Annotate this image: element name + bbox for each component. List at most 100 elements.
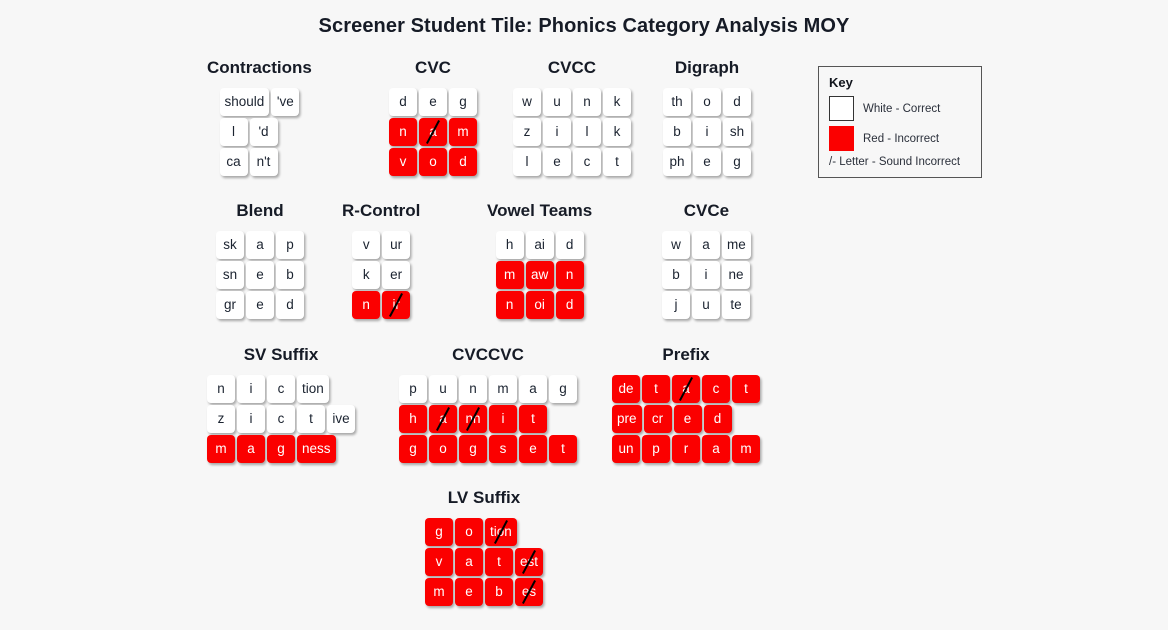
letter-tile[interactable]: o [693,88,721,116]
letter-tile[interactable]: should [219,88,270,116]
letter-tile[interactable]: gr [216,291,244,319]
letter-tile[interactable]: d [555,291,584,319]
letter-tile[interactable]: de [612,375,640,403]
letter-tile[interactable]: ur [382,231,411,259]
letter-tile[interactable]: e [543,148,571,176]
letter-tile[interactable]: e [455,578,483,606]
letter-tile[interactable]: t [485,548,513,576]
letter-tile[interactable]: t [519,405,547,433]
letter-tile[interactable]: aw [525,261,554,289]
letter-tile[interactable]: cr [643,405,672,433]
letter-tile[interactable]: j [662,291,690,319]
letter-tile[interactable]: n [389,118,417,146]
letter-tile[interactable]: b [663,118,691,146]
letter-tile[interactable]: e [419,88,447,116]
letter-tile[interactable]: t [603,148,631,176]
letter-tile[interactable]: ir [382,291,411,319]
letter-tile[interactable]: 've [271,88,300,116]
letter-tile[interactable]: a [692,231,720,259]
letter-tile[interactable]: u [543,88,571,116]
letter-tile[interactable]: d [389,88,417,116]
letter-tile[interactable]: v [425,548,453,576]
letter-tile[interactable]: u [429,375,457,403]
letter-tile[interactable]: me [722,231,751,259]
letter-tile[interactable]: a [702,435,730,463]
letter-tile[interactable]: a [672,375,700,403]
letter-tile[interactable]: a [429,405,457,433]
letter-tile[interactable]: ph [663,148,691,176]
letter-tile[interactable]: d [449,148,477,176]
letter-tile[interactable]: n [207,375,235,403]
letter-tile[interactable]: a [519,375,547,403]
letter-tile[interactable]: e [673,405,702,433]
letter-tile[interactable]: sk [216,231,244,259]
letter-tile[interactable]: i [237,405,265,433]
letter-tile[interactable]: t [642,375,670,403]
letter-tile[interactable]: l [573,118,601,146]
letter-tile[interactable]: i [543,118,571,146]
letter-tile[interactable]: g [549,375,577,403]
letter-tile[interactable]: a [237,435,265,463]
letter-tile[interactable]: i [489,405,517,433]
letter-tile[interactable]: g [399,435,427,463]
letter-tile[interactable]: a [419,118,447,146]
letter-tile[interactable]: oi [525,291,554,319]
letter-tile[interactable]: k [603,118,631,146]
letter-tile[interactable]: te [722,291,750,319]
letter-tile[interactable]: th [663,88,691,116]
letter-tile[interactable]: pre [612,405,642,433]
letter-tile[interactable]: g [267,435,295,463]
letter-tile[interactable]: w [513,88,541,116]
letter-tile[interactable]: b [485,578,513,606]
letter-tile[interactable]: m [449,118,477,146]
letter-tile[interactable]: e [246,261,274,289]
letter-tile[interactable]: d [276,291,304,319]
letter-tile[interactable]: v [352,231,381,259]
letter-tile[interactable]: ca [219,148,248,176]
letter-tile[interactable]: es [515,578,543,606]
letter-tile[interactable]: ness [297,435,336,463]
letter-tile[interactable]: d [723,88,751,116]
letter-tile[interactable]: nn [459,405,487,433]
letter-tile[interactable]: un [612,435,640,463]
letter-tile[interactable]: v [389,148,417,176]
letter-tile[interactable]: a [455,548,483,576]
letter-tile[interactable]: m [207,435,235,463]
letter-tile[interactable]: l [513,148,541,176]
letter-tile[interactable]: h [399,405,427,433]
letter-tile[interactable]: a [246,231,274,259]
letter-tile[interactable]: 'd [249,118,278,146]
letter-tile[interactable]: p [642,435,670,463]
letter-tile[interactable]: t [549,435,577,463]
letter-tile[interactable]: l [219,118,248,146]
letter-tile[interactable]: o [419,148,447,176]
letter-tile[interactable]: h [495,231,524,259]
letter-tile[interactable]: o [429,435,457,463]
letter-tile[interactable]: n [573,88,601,116]
letter-tile[interactable]: er [382,261,411,289]
letter-tile[interactable]: r [672,435,700,463]
letter-tile[interactable]: b [662,261,690,289]
letter-tile[interactable]: z [207,405,235,433]
letter-tile[interactable]: est [515,548,544,576]
letter-tile[interactable]: k [603,88,631,116]
letter-tile[interactable]: i [693,118,721,146]
letter-tile[interactable]: n [352,291,381,319]
letter-tile[interactable]: s [489,435,517,463]
letter-tile[interactable]: c [267,375,295,403]
letter-tile[interactable]: m [732,435,760,463]
letter-tile[interactable]: e [246,291,274,319]
letter-tile[interactable]: z [513,118,541,146]
letter-tile[interactable]: n [495,291,524,319]
letter-tile[interactable]: u [692,291,720,319]
letter-tile[interactable]: k [352,261,381,289]
letter-tile[interactable]: i [692,261,720,289]
letter-tile[interactable]: c [573,148,601,176]
letter-tile[interactable]: b [276,261,304,289]
letter-tile[interactable]: d [555,231,584,259]
letter-tile[interactable]: sh [723,118,751,146]
letter-tile[interactable]: d [703,405,732,433]
letter-tile[interactable]: c [267,405,295,433]
letter-tile[interactable]: sn [216,261,244,289]
letter-tile[interactable]: g [459,435,487,463]
